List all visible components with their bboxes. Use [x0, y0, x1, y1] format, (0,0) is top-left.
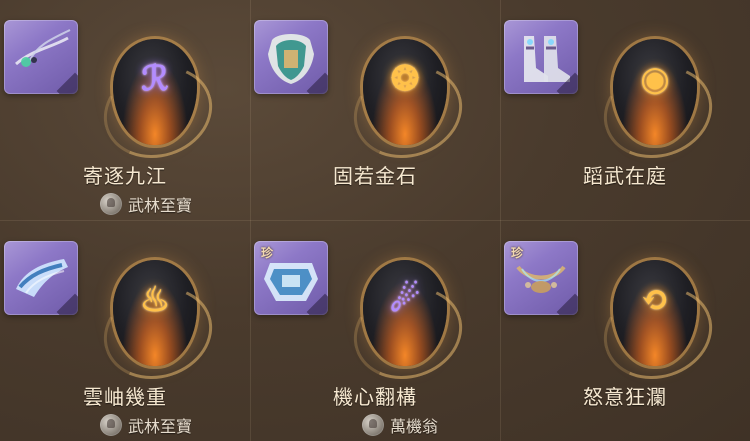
reward-source: 武林至寶 — [100, 192, 192, 216]
reward-source: 武林至寶 — [100, 413, 192, 437]
reward-name: 雲岫幾重 — [83, 385, 167, 409]
reward-name: 固若金石 — [333, 164, 417, 188]
gold-spiral-rune-icon: ⟲ — [640, 280, 670, 320]
reward-name: 寄逐九江 — [83, 164, 167, 188]
reward-name: 怒意狂瀾 — [583, 385, 667, 409]
purple-wing-rune-icon: ☄ — [389, 280, 421, 320]
source-badge-icon — [100, 414, 122, 436]
engraved-stone: ◉ — [613, 39, 697, 145]
item-card[interactable] — [504, 20, 578, 94]
gold-cloud-rune-icon: ❂ — [390, 59, 420, 99]
reward-source: 萬機翁 — [362, 413, 438, 437]
gold-flame-rune-icon: ♨ — [139, 280, 171, 320]
reward-cell-5[interactable]: 珍 ☄ 機心翻構 萬機翁 — [250, 221, 500, 441]
source-label: 萬機翁 — [390, 417, 439, 436]
reward-name: 機心翻構 — [333, 385, 417, 409]
item-card[interactable] — [254, 20, 328, 94]
engraved-stone: ℛ — [113, 39, 197, 145]
engraved-stone: ☄ — [363, 260, 447, 366]
source-badge-icon — [100, 193, 122, 215]
reward-cell-3[interactable]: ◉ 蹈武在庭 — [500, 0, 750, 220]
engraved-stone: ❂ — [363, 39, 447, 145]
item-card[interactable]: 珍 — [254, 241, 328, 315]
source-label: 武林至寶 — [128, 417, 193, 436]
reward-cell-6[interactable]: 珍 ⟲ 怒意狂瀾 — [500, 221, 750, 441]
reward-name: 蹈武在庭 — [583, 164, 667, 188]
engraved-stone: ♨ — [113, 260, 197, 366]
reward-cell-4[interactable]: ♨ 雲岫幾重 武林至寶 — [0, 221, 250, 441]
item-card[interactable] — [4, 20, 78, 94]
purple-rune-icon: ℛ — [141, 59, 169, 99]
gold-swirl-rune-icon: ◉ — [640, 59, 670, 99]
engraved-stone: ⟲ — [613, 260, 697, 366]
reward-cell-1[interactable]: ℛ 寄逐九江 武林至寶 — [0, 0, 250, 220]
reward-cell-2[interactable]: ❂ 固若金石 — [250, 0, 500, 220]
source-label: 武林至寶 — [128, 196, 193, 215]
source-badge-icon — [362, 414, 384, 436]
item-card[interactable] — [4, 241, 78, 315]
item-card[interactable]: 珍 — [504, 241, 578, 315]
